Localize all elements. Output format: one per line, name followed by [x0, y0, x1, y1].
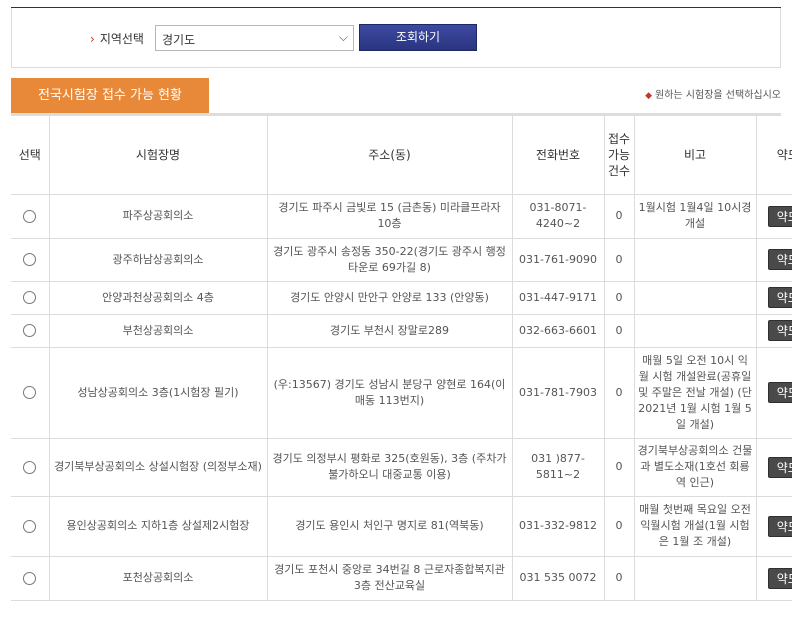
available-count: 0 [604, 281, 635, 315]
region-select[interactable]: 경기도 ⌵ [155, 25, 354, 51]
table-row: 파주상공회의소 경기도 파주시 금빛로 15 (금촌동) 미라클프라자 10층 … [11, 194, 792, 239]
center-phone: 031-761-9090 [512, 238, 605, 282]
available-count: 0 [604, 438, 635, 497]
table-row: 포천상공회의소 경기도 포천시 중앙로 34번길 8 근로자종합복지관 3층 전… [11, 556, 792, 601]
center-name: 성남상공회의소 3층(1시험장 필기) [49, 347, 268, 439]
tab-nationwide-status[interactable]: 전국시험장 접수 가능 현황 [11, 78, 209, 113]
select-radio[interactable] [23, 571, 37, 585]
header-name: 시험장명 [49, 116, 268, 195]
available-count: 0 [604, 194, 635, 239]
header-phone: 전화번호 [512, 116, 605, 195]
map-button[interactable]: 약도 [767, 249, 792, 270]
map-button[interactable]: 약도 [767, 382, 792, 403]
select-hint: ◆ 원하는 시험장을 선택하십시오 [645, 90, 781, 101]
center-name: 경기북부상공회의소 상설시험장 (의정부소재) [49, 438, 268, 497]
center-name: 안양과천상공회의소 4층 [49, 281, 268, 315]
diamond-icon: ◆ [645, 91, 653, 101]
center-address: 경기도 용인시 처인구 명지로 81(역북동) [267, 496, 513, 557]
center-name: 광주하남상공회의소 [49, 238, 268, 282]
available-count: 0 [604, 314, 635, 348]
chevron-right-icon: › [90, 32, 95, 46]
select-radio[interactable] [23, 460, 37, 474]
table-row: 부천상공회의소 경기도 부천시 장말로289 032-663-6601 0 약도 [11, 314, 792, 348]
center-name: 파주상공회의소 [49, 194, 268, 239]
center-note: 1월시험 1월4일 10시경 개설 [634, 194, 757, 239]
map-button[interactable]: 약도 [767, 320, 792, 341]
map-button[interactable]: 약도 [767, 515, 792, 537]
center-note: 경기북부상공회의소 건물과 별도소재(1호선 회룡역 인근) [634, 438, 757, 497]
available-count: 0 [604, 496, 635, 557]
center-phone: 031 )877-5811~2 [512, 438, 605, 497]
region-label: › 지역선택 [90, 32, 144, 46]
available-count: 0 [604, 238, 635, 282]
center-phone: 032-663-6601 [512, 314, 605, 348]
center-address: 경기도 부천시 장말로289 [267, 314, 513, 348]
map-button[interactable]: 약도 [767, 205, 792, 227]
header-address: 주소(동) [267, 116, 513, 195]
map-button[interactable]: 약도 [767, 456, 792, 478]
center-name: 포천상공회의소 [49, 556, 268, 601]
center-phone: 031-781-7903 [512, 347, 605, 439]
center-phone: 031 535 0072 [512, 556, 605, 601]
select-radio[interactable] [23, 209, 37, 223]
table-row: 용인상공회의소 지하1층 상설제2시험장 경기도 용인시 처인구 명지로 81(… [11, 496, 792, 557]
region-select-value: 경기도 [162, 33, 196, 47]
center-address: (우:13567) 경기도 성남시 분당구 양현로 164(이매동 113번지) [267, 347, 513, 439]
available-count: 0 [604, 347, 635, 439]
center-note [634, 556, 757, 601]
header-select: 선택 [11, 116, 50, 195]
center-phone: 031-447-9171 [512, 281, 605, 315]
table-row: 안양과천상공회의소 4층 경기도 안양시 만안구 안양로 133 (안양동) 0… [11, 281, 792, 315]
center-note: 매월 첫번째 목요일 오전 익월시험 개설(1월 시험은 1월 조 개설) [634, 496, 757, 557]
search-panel: › 지역선택 경기도 ⌵ 조회하기 [11, 8, 781, 68]
header-count: 접수가능건수 [604, 116, 635, 195]
center-name: 용인상공회의소 지하1층 상설제2시험장 [49, 496, 268, 557]
header-note: 비고 [634, 116, 757, 195]
map-button[interactable]: 약도 [767, 287, 792, 308]
center-phone: 031-332-9812 [512, 496, 605, 557]
center-address: 경기도 광주시 송정동 350-22(경기도 광주시 행정타운로 69가길 8) [267, 238, 513, 282]
center-note: 매월 5일 오전 10시 익월 시험 개설완료(공휴일 및 주말은 전날 개설)… [634, 347, 757, 439]
select-radio[interactable] [23, 291, 37, 304]
center-phone: 031-8071-4240~2 [512, 194, 605, 239]
available-count: 0 [604, 556, 635, 601]
center-address: 경기도 포천시 중앙로 34번길 8 근로자종합복지관 3층 전산교육실 [267, 556, 513, 601]
select-radio[interactable] [23, 324, 37, 337]
search-button[interactable]: 조회하기 [359, 24, 477, 51]
header-map: 약도 [756, 116, 792, 195]
table-row: 광주하남상공회의소 경기도 광주시 송정동 350-22(경기도 광주시 행정타… [11, 238, 792, 282]
table-header-row: 선택 시험장명 주소(동) 전화번호 접수가능건수 비고 약도 [11, 116, 792, 195]
map-button[interactable]: 약도 [767, 567, 792, 589]
center-note [634, 238, 757, 282]
test-center-table: 선택 시험장명 주소(동) 전화번호 접수가능건수 비고 약도 파주상공회의소 … [11, 116, 792, 601]
center-address: 경기도 안양시 만안구 안양로 133 (안양동) [267, 281, 513, 315]
center-note [634, 281, 757, 315]
select-radio[interactable] [23, 386, 37, 399]
table-row: 경기북부상공회의소 상설시험장 (의정부소재) 경기도 의정부시 평화로 325… [11, 438, 792, 497]
select-radio[interactable] [23, 253, 37, 266]
center-note [634, 314, 757, 348]
chevron-down-icon: ⌵ [338, 30, 348, 44]
center-address: 경기도 의정부시 평화로 325(호원동), 3층 (주차가 불가하오니 대중교… [267, 438, 513, 497]
center-name: 부천상공회의소 [49, 314, 268, 348]
table-row: 성남상공회의소 3층(1시험장 필기) (우:13567) 경기도 성남시 분당… [11, 347, 792, 439]
select-radio[interactable] [23, 519, 37, 533]
center-address: 경기도 파주시 금빛로 15 (금촌동) 미라클프라자 10층 [267, 194, 513, 239]
